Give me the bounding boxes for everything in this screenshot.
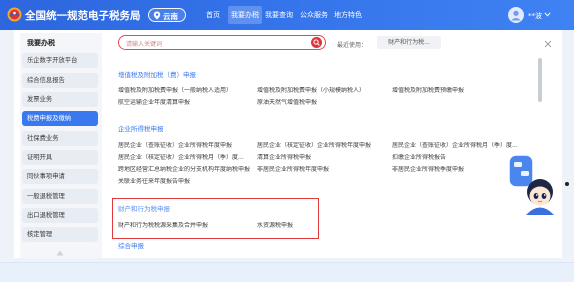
user-avatar-icon[interactable] (508, 7, 524, 23)
nav-home[interactable]: 首页 (203, 6, 223, 24)
sidebar-item-label: 乐企数字开放平台 (27, 57, 78, 64)
service-link[interactable]: 原油天然气增值税申报 (257, 99, 387, 107)
recent-used-tag[interactable]: 财产和行为税... (377, 36, 441, 49)
tax-emblem-logo (7, 7, 22, 22)
sidebar-item-export-refund[interactable]: 出口退税管理 (22, 208, 98, 223)
sidebar-item-assessment[interactable]: 核定管理 (22, 227, 98, 242)
service-link[interactable]: 增值税及附加税费申报（一般纳税人适用） (118, 87, 252, 95)
service-link[interactable]: 居民企业（查账征收）企业所得税年度申报 (118, 142, 254, 150)
sidebar-item-label: 证明开具 (27, 154, 53, 161)
sidebar-item-info-report[interactable]: 综合信息报告 (22, 73, 98, 88)
nav-public-service[interactable]: 公众服务 (297, 6, 331, 24)
triangle-up-icon[interactable] (56, 250, 64, 256)
sidebar-item-label: 综合信息报告 (27, 77, 65, 84)
close-icon[interactable] (544, 40, 552, 48)
location-label: 云南 (163, 12, 178, 21)
sidebar-item-label: 税费申报及缴纳 (27, 115, 72, 122)
sidebar-item-label: 核定管理 (27, 231, 53, 238)
section-title-vat: 增值税及附加税（费）申报 (118, 71, 196, 79)
section-title-comprehensive: 综合申报 (118, 242, 144, 250)
search-input[interactable]: 请输入关键词 (118, 35, 326, 50)
service-link[interactable]: 跨地区经营汇总纳税企业的分支机构年度纳税申报 (118, 166, 254, 174)
floating-handle-dot (565, 182, 569, 186)
content-scrollbar[interactable] (538, 58, 542, 102)
chevron-down-icon[interactable] (544, 12, 551, 17)
sidebar-item-tax-filing[interactable]: 税费申报及缴纳 (22, 111, 98, 126)
sidebar-title: 我要办税 (27, 39, 55, 47)
sidebar-item-general-refund[interactable]: 一般退税管理 (22, 189, 98, 204)
sidebar-item-certificate[interactable]: 证明开具 (22, 150, 98, 165)
sidebar-item-matter-application[interactable]: 同伙事项申请 (22, 169, 98, 184)
service-link[interactable]: 增值税及附加税费预缴申报 (392, 87, 532, 95)
nav-tax-handling[interactable]: 我要办税 (228, 6, 262, 24)
service-link[interactable]: 清算企业所得税申报 (257, 154, 389, 162)
sidebar-item-label: 出口退税管理 (27, 212, 65, 219)
service-link[interactable]: 居民企业（查账征收）企业所得税月（季）度... (392, 142, 534, 150)
service-link[interactable]: 增值税及附加税费申报（小规模纳税人） (257, 87, 387, 95)
search-placeholder: 请输入关键词 (126, 41, 163, 48)
service-link[interactable]: 非居民企业所得税年度申报 (257, 166, 389, 174)
sidebar-item-leqi-platform[interactable]: 乐企数字开放平台 (22, 53, 98, 68)
search-button[interactable] (311, 37, 322, 48)
nav-query[interactable]: 我要查询 (262, 6, 296, 24)
recent-used-label: 最近使用： (337, 42, 368, 49)
service-link[interactable]: 航空运输企业年度清算申报 (118, 99, 252, 107)
site-title: 全国统一规范电子税务局 (25, 10, 141, 22)
location-switcher[interactable]: 云南 (148, 8, 186, 22)
sidebar-item-label: 一般退税管理 (27, 193, 65, 200)
section-title-corporate-income-tax: 企业所得税申报 (118, 125, 164, 133)
sidebar-item-social-security[interactable]: 社保费业务 (22, 131, 98, 146)
sidebar-item-label: 发票业务 (27, 96, 53, 103)
search-icon (313, 39, 320, 46)
service-link[interactable]: 居民企业（核定征收）企业所得税年度申报 (257, 142, 389, 150)
service-link[interactable]: 水资源税申报 (257, 222, 315, 230)
location-pin-icon (153, 11, 161, 20)
sidebar-item-label: 同伙事项申请 (27, 173, 65, 180)
service-link[interactable]: 关联业务往来年度报告申报 (118, 178, 254, 186)
service-link[interactable]: 居民企业（核定征收）企业所得税月（季）度... (118, 154, 254, 162)
top-header: 全国统一规范电子税务局 云南 首页 我要办税 我要查询 公众服务 地方特色 **… (0, 0, 574, 30)
page: 全国统一规范电子税务局 云南 首页 我要办税 我要查询 公众服务 地方特色 **… (0, 0, 574, 282)
sidebar-item-invoice[interactable]: 发票业务 (22, 92, 98, 107)
assistant-mascot[interactable] (506, 152, 558, 216)
section-title-property-behavior-tax: 财产和行为税申报 (118, 205, 170, 213)
service-link[interactable]: 财产和行为税税源采集及合并申报 (118, 222, 252, 230)
nav-local-features[interactable]: 地方特色 (331, 6, 365, 24)
page-footer-band (0, 262, 574, 282)
user-name[interactable]: **波 (528, 11, 542, 21)
sidebar-item-label: 社保费业务 (27, 135, 59, 142)
